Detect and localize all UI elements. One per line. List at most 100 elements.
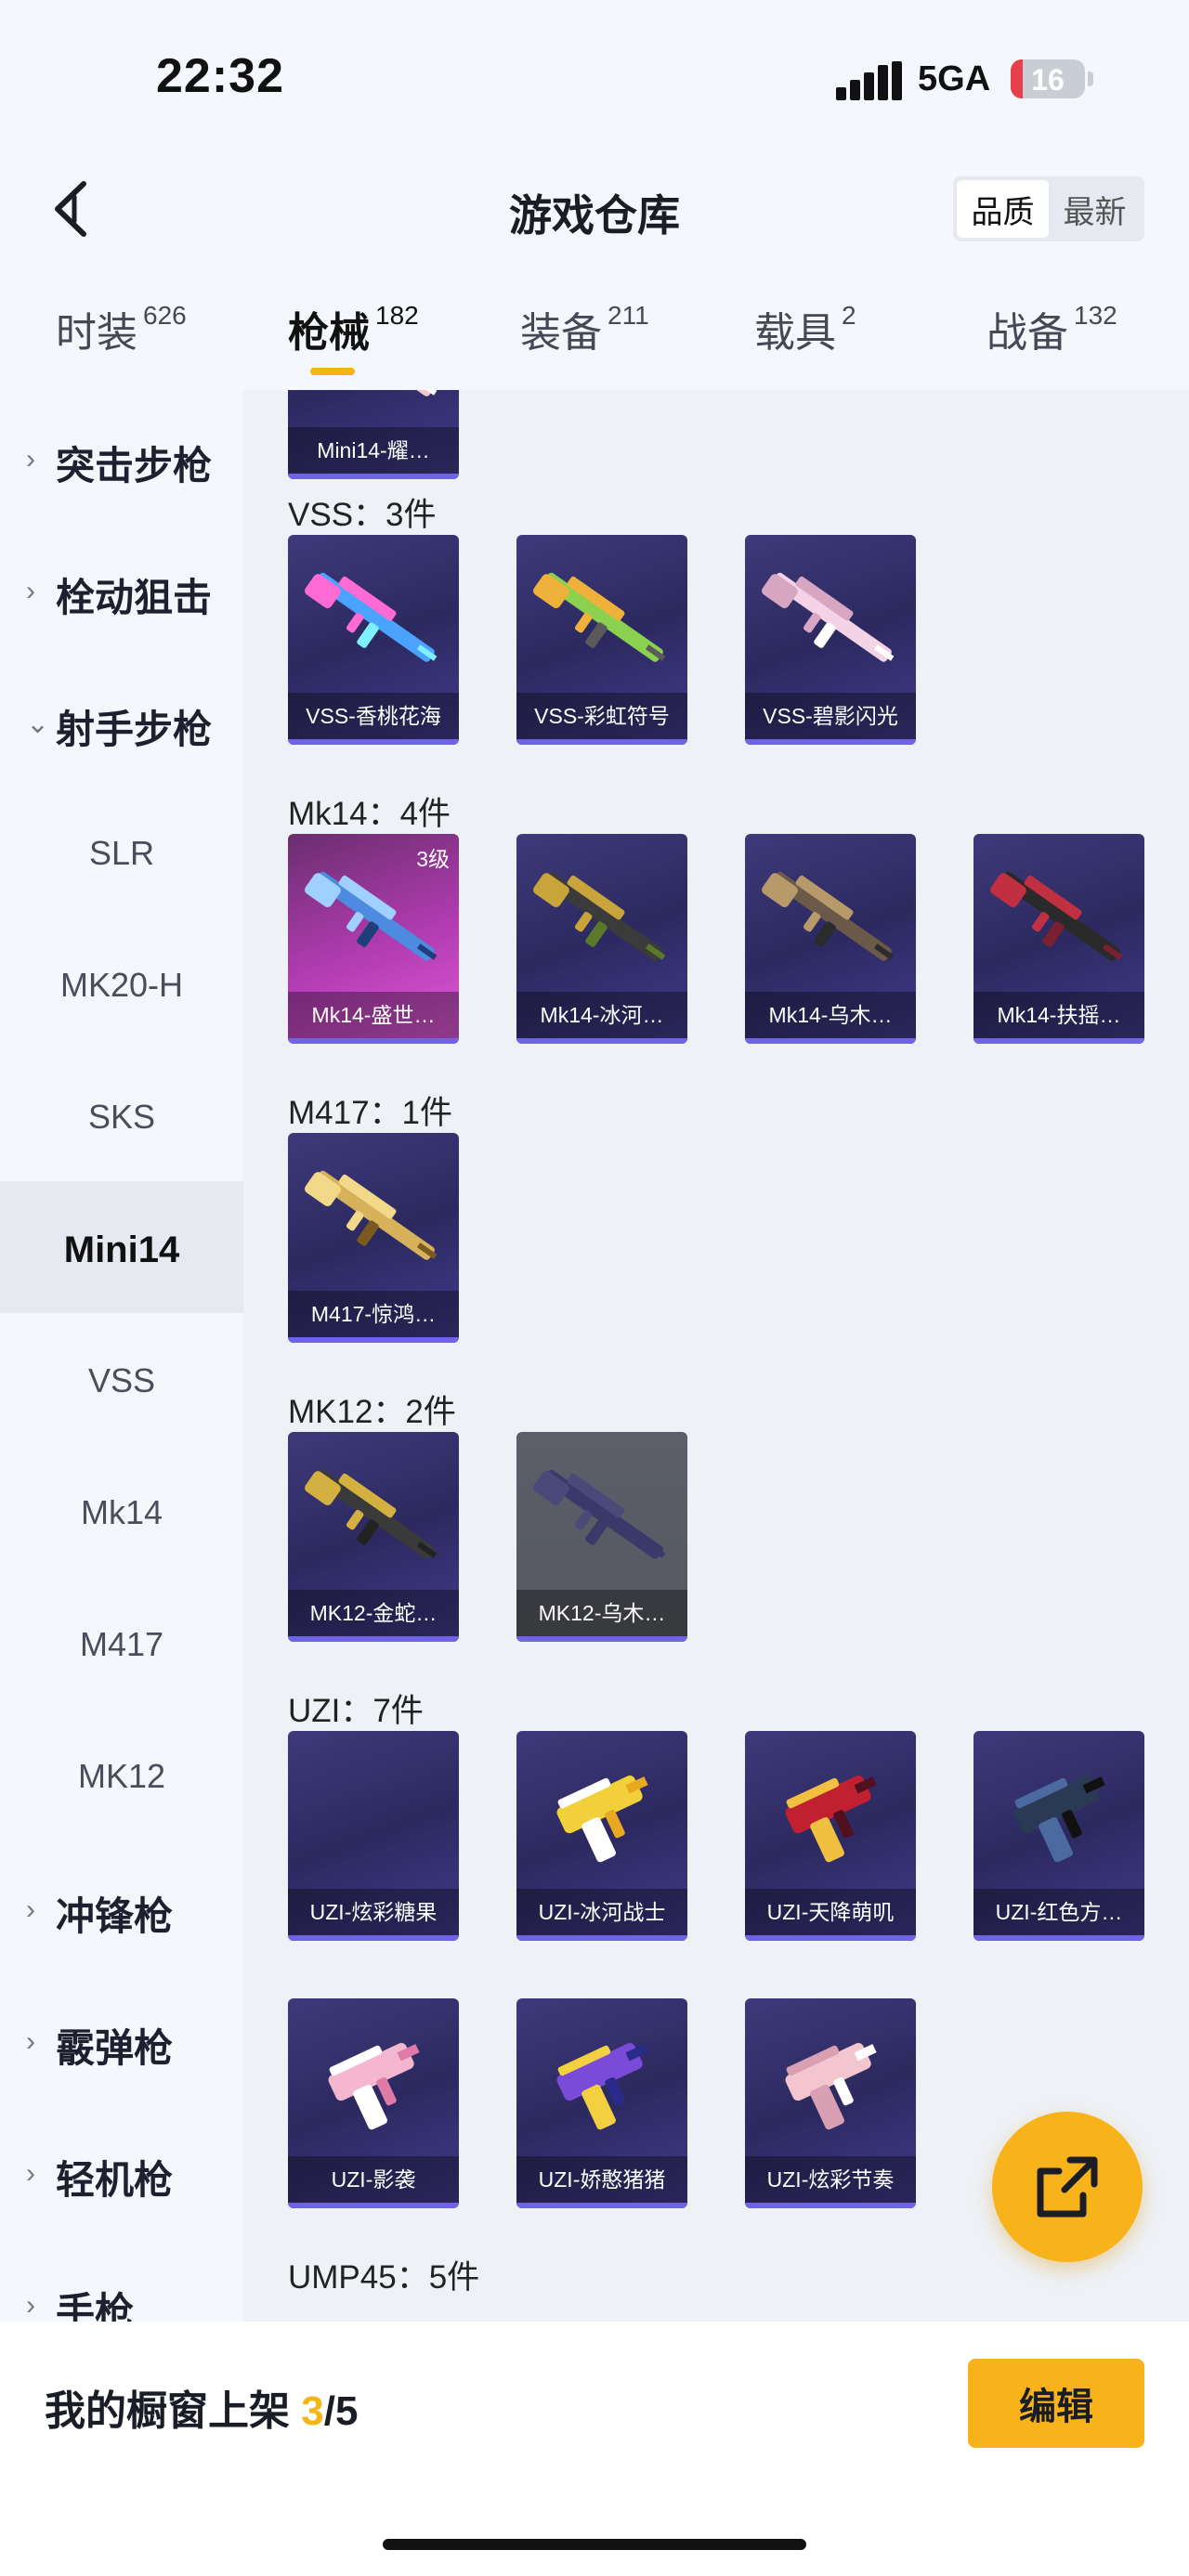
weapon-skin-card[interactable]: UZI-影袭 [288, 1998, 459, 2208]
weapon-art [526, 847, 678, 986]
sidebar-item[interactable]: MK20-H [0, 917, 243, 1049]
weapon-skin-card[interactable]: VSS-彩虹符号 [516, 535, 687, 745]
chevron-right-icon: › [26, 444, 35, 475]
sidebar-item-label: Mk14 [80, 1493, 163, 1531]
section-title: UMP45：5件 [288, 2259, 480, 2296]
sidebar-item-label: MK12 [77, 1757, 166, 1795]
tab-count: 182 [375, 301, 419, 331]
weapon-art [297, 2011, 450, 2151]
section-title: UZI：7件 [288, 1693, 424, 1729]
weapon-skin-image [556, 1776, 648, 1863]
weapon-art [526, 1445, 678, 1584]
weapon-skin-card[interactable]: MK12-金蛇… [288, 1432, 459, 1642]
sidebar-item-label: 轻机枪 [56, 2158, 174, 2202]
sidebar-item[interactable]: SKS [0, 1049, 243, 1181]
weapon-art [526, 1744, 678, 1883]
weapon-skin-image [328, 2043, 420, 2130]
sidebar-item[interactable]: ⌄ 射手步枪 [0, 654, 243, 786]
weapon-skin-name: UZI-冰河战士 [516, 1889, 687, 1935]
card-quality-stripe [288, 2203, 459, 2208]
card-quality-stripe [516, 739, 687, 745]
sidebar-item[interactable]: › 霰弹枪 [0, 1972, 243, 2104]
weapon-skin-card[interactable]: Mk14-冰河… [516, 834, 687, 1044]
sidebar-item-label: MK20-H [59, 966, 184, 1004]
section-title: M417：1件 [288, 1095, 453, 1131]
sidebar-item[interactable]: › 栓动狙击 [0, 522, 243, 654]
tab-fashion[interactable]: 时装 626 [56, 299, 187, 358]
weapon-skin-card[interactable]: 3级 Mk14-盛世… [288, 834, 459, 1044]
chevron-right-icon: › [26, 2290, 35, 2321]
tab-label: 载具 [754, 310, 836, 356]
weapon-skin-card[interactable]: VSS-香桃花海 [288, 535, 459, 745]
weapon-skin-card[interactable]: Mk14-扶摇… [973, 834, 1144, 1044]
weapon-skin-image [785, 1776, 877, 1863]
sidebar-item[interactable]: Mini14 [0, 1181, 243, 1313]
weapon-skin-image [762, 871, 895, 961]
card-quality-stripe [288, 1935, 459, 1941]
weapon-skin-card[interactable]: UZI-天降萌叽 [745, 1731, 916, 1941]
weapon-skin-card[interactable]: M417-惊鸿… [288, 1133, 459, 1343]
weapon-skin-card[interactable]: Mini14-耀… [288, 390, 459, 479]
weapon-art [983, 1744, 1135, 1883]
weapon-skin-card[interactable]: UZI-冰河战士 [516, 1731, 687, 1941]
weapon-skin-name: UZI-炫彩节奏 [745, 2156, 916, 2203]
sidebar-item-label: 栓动狙击 [56, 576, 213, 619]
weapon-skin-card[interactable]: UZI-红色方… [973, 1731, 1144, 1941]
weapon-skin-name: Mk14-乌木… [745, 992, 916, 1038]
tab-vehicles[interactable]: 载具 2 [754, 299, 856, 358]
weapon-skin-name: UZI-炫彩糖果 [288, 1889, 459, 1935]
sort-option-quality[interactable]: 品质 [957, 180, 1049, 238]
card-quality-stripe [745, 739, 916, 745]
tab-count: 626 [143, 301, 187, 331]
share-export-icon [1037, 2156, 1098, 2218]
weapon-skin-card[interactable]: UZI-炫彩节奏 [745, 1998, 916, 2208]
sort-option-newest[interactable]: 最新 [1049, 180, 1141, 238]
weapon-skin-card[interactable]: UZI-娇憨猪猪 [516, 1998, 687, 2208]
sidebar-item-label: 射手步枪 [56, 708, 213, 751]
tab-equipment[interactable]: 装备 211 [520, 299, 649, 358]
sidebar-item[interactable]: VSS [0, 1313, 243, 1445]
sidebar-item[interactable]: › 手枪 [0, 2236, 243, 2322]
chevron-right-icon: › [26, 2026, 35, 2057]
page-header: 游戏仓库 品质 最新 [0, 149, 1189, 269]
weapon-skin-card[interactable]: Mk14-乌木… [745, 834, 916, 1044]
weapon-skin-card[interactable]: UZI-炫彩糖果 [288, 1731, 459, 1941]
card-quality-stripe [288, 739, 459, 745]
edit-button[interactable]: 编辑 [968, 2359, 1144, 2448]
weapon-skin-name: Mk14-冰河… [516, 992, 687, 1038]
weapon-skin-card[interactable]: VSS-碧影闪光 [745, 535, 916, 745]
tab-supplies[interactable]: 战备 132 [986, 299, 1117, 358]
sidebar-item[interactable]: › 突击步枪 [0, 390, 243, 522]
weapon-skin-name: M417-惊鸿… [288, 1291, 459, 1337]
tab-guns[interactable]: 枪械 182 [288, 299, 419, 358]
weapon-type-sidebar: › 突击步枪 › 栓动狙击 ⌄ 射手步枪 SLR MK20-H SKS Mini14 VSS Mk14… [0, 390, 243, 2322]
weapon-skin-card[interactable]: MK12-乌木… [516, 1432, 687, 1642]
card-quality-stripe [288, 474, 459, 479]
sidebar-item[interactable]: › 轻机枪 [0, 2104, 243, 2236]
sidebar-item[interactable]: Mk14 [0, 1445, 243, 1577]
weapon-art [297, 390, 450, 422]
card-quality-stripe [288, 1038, 459, 1044]
sidebar-item[interactable]: MK12 [0, 1709, 243, 1841]
tab-label: 战备 [986, 310, 1068, 356]
weapon-skin-name: MK12-金蛇… [288, 1590, 459, 1636]
section-title: VSS：3件 [288, 497, 437, 533]
card-quality-stripe [973, 1935, 1144, 1941]
sidebar-item[interactable]: SLR [0, 786, 243, 917]
weapon-skin-name: VSS-彩虹符号 [516, 693, 687, 739]
weapon-skin-image [762, 572, 895, 662]
weapon-art [754, 2011, 907, 2151]
share-button[interactable] [992, 2112, 1143, 2262]
card-quality-stripe [745, 1038, 916, 1044]
sidebar-item[interactable]: M417 [0, 1577, 243, 1709]
sidebar-item[interactable]: › 冲锋枪 [0, 1841, 243, 1972]
weapon-skin-image [990, 871, 1123, 961]
cellular-signal-icon [836, 61, 902, 100]
chevron-right-icon: › [26, 2158, 35, 2189]
home-indicator[interactable] [383, 2539, 806, 2550]
tab-label: 枪械 [288, 310, 370, 356]
weapon-art [754, 847, 907, 986]
battery-percent: 16 [1031, 63, 1065, 97]
card-quality-stripe [973, 1038, 1144, 1044]
status-bar: 22:32 5GA 16 [0, 0, 1189, 149]
